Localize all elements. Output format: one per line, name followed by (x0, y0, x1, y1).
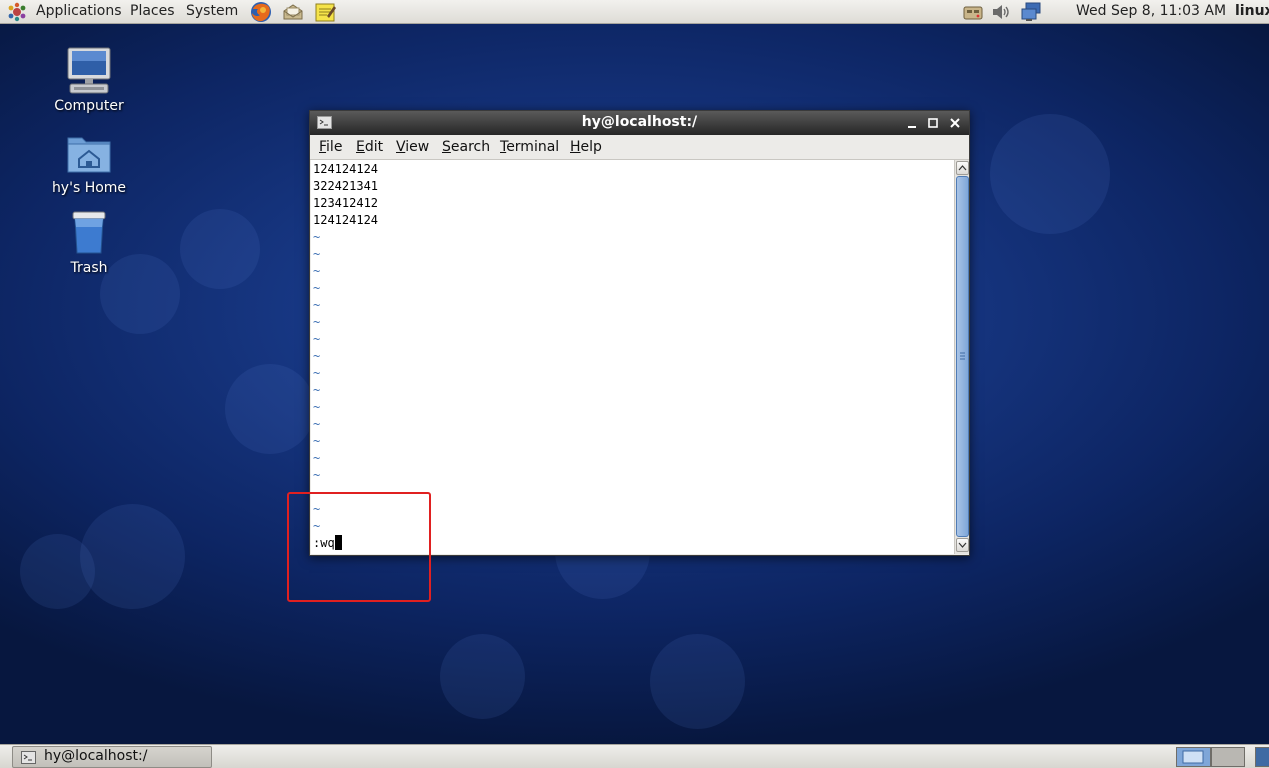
view-menu[interactable]: View (396, 139, 429, 155)
desktop-icon-home[interactable]: hy's Home (34, 128, 144, 196)
scroll-thumb[interactable] (956, 176, 969, 537)
clock[interactable]: Wed Sep 8, 11:03 AM (1076, 3, 1226, 19)
empty-line-tilde: ~ (313, 366, 321, 380)
show-desktop-button[interactable] (1255, 747, 1269, 767)
text-line: 322421341 (313, 179, 379, 193)
window-title: hy@localhost:/ (581, 114, 698, 130)
empty-line-tilde: ~ (313, 230, 321, 244)
empty-line-tilde: ~ (313, 434, 321, 448)
bokeh-decoration (20, 534, 95, 609)
bokeh-decoration (990, 114, 1110, 234)
annotation-highlight-box (287, 492, 431, 602)
vertical-scrollbar[interactable] (954, 160, 969, 554)
empty-line-tilde: ~ (313, 468, 321, 482)
text-line: 124124124 (313, 213, 379, 227)
empty-line-tilde: ~ (313, 451, 321, 465)
workspace-2[interactable] (1211, 747, 1245, 767)
empty-line-tilde: ~ (313, 298, 321, 312)
minimize-button[interactable] (904, 115, 920, 131)
user-menu[interactable]: linux (1235, 3, 1269, 19)
empty-line-tilde: ~ (313, 400, 321, 414)
empty-line-tilde: ~ (313, 247, 321, 261)
bottom-panel: hy@localhost:/ (0, 744, 1269, 768)
terminal-icon (21, 751, 36, 764)
taskbar-window-label: hy@localhost:/ (44, 748, 148, 764)
system-menu[interactable]: System (186, 3, 238, 19)
bokeh-decoration (440, 634, 525, 719)
desktop-icon-computer[interactable]: Computer (34, 46, 144, 114)
places-menu[interactable]: Places (130, 3, 175, 19)
terminal-menubar: File Edit View Search Terminal Help (310, 135, 969, 160)
search-menu[interactable]: Search (442, 139, 490, 155)
bokeh-decoration (650, 634, 745, 729)
computer-icon (64, 46, 114, 96)
empty-line-tilde: ~ (313, 315, 321, 329)
bokeh-decoration (225, 364, 315, 454)
bokeh-decoration (180, 209, 260, 289)
empty-line-tilde: ~ (313, 332, 321, 346)
firefox-icon[interactable] (250, 1, 272, 23)
desktop-icon-label: Trash (70, 260, 108, 276)
edit-menu[interactable]: Edit (356, 139, 383, 155)
empty-line-tilde: ~ (313, 281, 321, 295)
workspace-1[interactable] (1176, 747, 1211, 767)
maximize-button[interactable] (925, 115, 941, 131)
window-titlebar[interactable]: hy@localhost:/ (310, 111, 969, 135)
desktop-icon-label: hy's Home (51, 180, 127, 196)
notes-icon[interactable] (314, 1, 336, 23)
desktop-icon-trash[interactable]: Trash (34, 208, 144, 276)
empty-line-tilde: ~ (313, 264, 321, 278)
terminal-menu[interactable]: Terminal (500, 139, 559, 155)
home-folder-icon (64, 128, 114, 178)
display-icon[interactable] (1020, 1, 1042, 23)
desktop-icon-label: Computer (54, 98, 124, 114)
file-menu[interactable]: File (319, 139, 342, 155)
mail-icon[interactable] (282, 1, 304, 23)
help-menu[interactable]: Help (570, 139, 602, 155)
top-panel: Applications Places System Wed Sep 8, 11… (0, 0, 1269, 24)
gnome-foot-icon (6, 2, 28, 22)
empty-line-tilde: ~ (313, 383, 321, 397)
terminal-window[interactable]: hy@localhost:/ File Edit View Search Ter… (309, 110, 970, 556)
network-icon[interactable] (962, 1, 984, 23)
volume-icon[interactable] (990, 1, 1012, 23)
bokeh-decoration (80, 504, 185, 609)
empty-line-tilde: ~ (313, 349, 321, 363)
applications-menu[interactable]: Applications (36, 3, 122, 19)
taskbar-window-button[interactable]: hy@localhost:/ (12, 746, 212, 768)
trash-icon (64, 208, 114, 258)
empty-line-tilde: ~ (313, 417, 321, 431)
text-line: 123412412 (313, 196, 379, 210)
close-button[interactable] (947, 115, 963, 131)
scroll-up-button[interactable] (956, 161, 969, 175)
scroll-down-button[interactable] (956, 538, 969, 552)
text-line: 124124124 (313, 162, 379, 176)
